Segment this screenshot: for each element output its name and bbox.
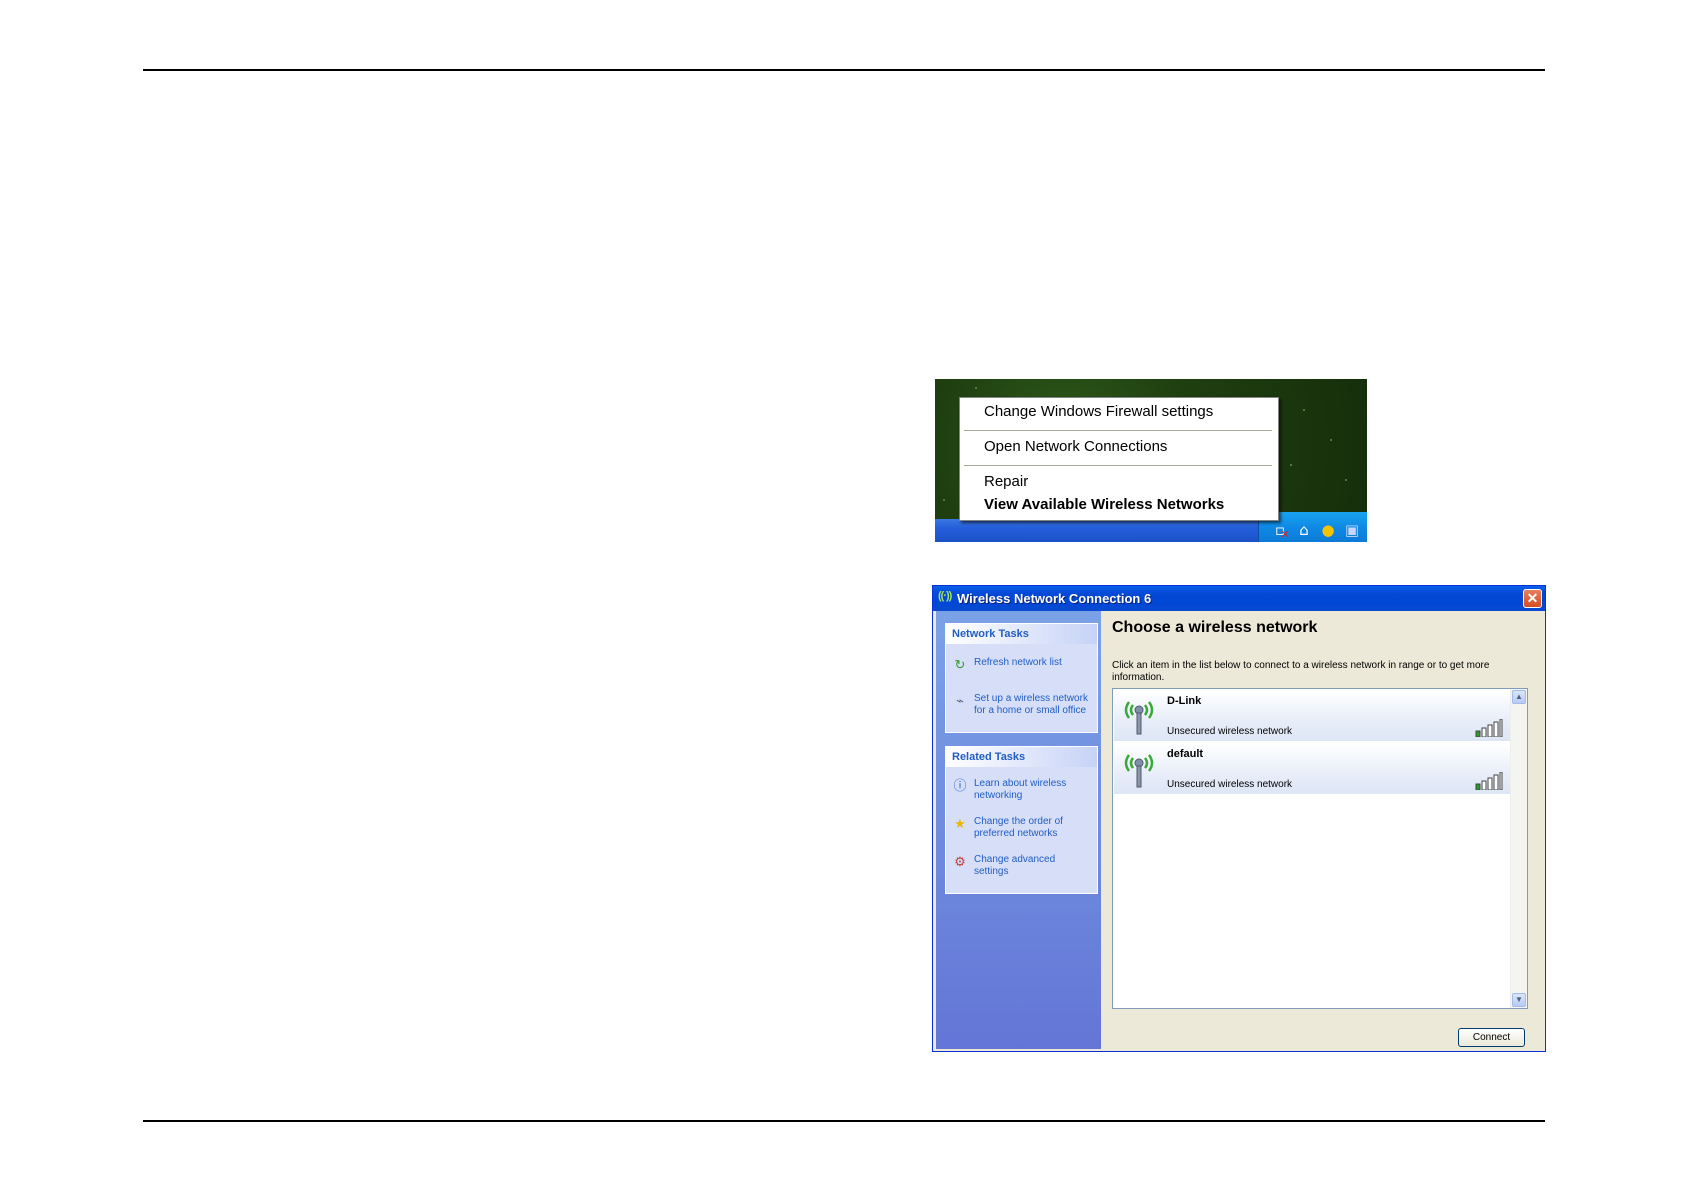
task-label[interactable]: Learn about wireless networking <box>974 778 1092 802</box>
desktop-speck <box>943 499 945 501</box>
desktop-speck <box>975 387 977 389</box>
footer-rule <box>143 1120 1545 1122</box>
desktop-speck <box>1303 409 1305 411</box>
network-name: default <box>1167 748 1204 760</box>
task-pane: Network Tasks ↻ Refresh network list ⌁ S… <box>936 611 1101 1049</box>
window-title: Wireless Network Connection 6 <box>957 591 1152 606</box>
wireless-antenna-icon: ((·)) <box>938 590 952 602</box>
desktop-speck <box>1290 464 1292 466</box>
signal-strength-icon <box>1475 719 1503 737</box>
network-list[interactable]: D-Link Unsecured wireless network defaul… <box>1112 688 1528 1009</box>
menu-item-open-network-connections[interactable]: Open Network Connections <box>984 438 1167 455</box>
network-status: Unsecured wireless network <box>1167 726 1293 737</box>
related-tasks-header: Related Tasks <box>946 747 1097 767</box>
wireless-network-connection-dialog: ((·)) Wireless Network Connection 6 ✕ Ne… <box>932 585 1546 1052</box>
settings-icon: ⚙ <box>954 854 966 869</box>
network-disconnected-icon[interactable]: ▣ <box>1343 521 1361 539</box>
task-label[interactable]: Change the order of preferred networks <box>974 816 1092 840</box>
desktop-speck <box>1330 439 1332 441</box>
related-tasks-panel: Related Tasks ⓘ Learn about wireless net… <box>945 746 1098 894</box>
star-icon: ★ <box>954 816 966 831</box>
menu-separator <box>964 430 1272 431</box>
scroll-up-button[interactable]: ▲ <box>1512 690 1526 704</box>
close-button[interactable]: ✕ <box>1523 589 1542 608</box>
menu-item-repair[interactable]: Repair <box>984 473 1028 490</box>
refresh-icon: ↻ <box>954 657 966 672</box>
wireless-antenna-icon <box>1124 701 1154 735</box>
wireless-antenna-icon <box>1124 754 1154 788</box>
vertical-scrollbar[interactable]: ▲ ▼ <box>1510 689 1527 1008</box>
network-row[interactable]: D-Link Unsecured wireless network <box>1114 690 1511 741</box>
network-tasks-header: Network Tasks <box>946 624 1097 644</box>
desktop-speck <box>1345 479 1347 481</box>
dialog-description: Click an item in the list below to conne… <box>1112 660 1490 683</box>
task-label[interactable]: Change advanced settings <box>974 854 1092 878</box>
main-pane: Choose a wireless network Click an item … <box>1101 611 1545 1049</box>
info-icon: ⓘ <box>953 778 967 793</box>
connect-button[interactable]: Connect <box>1458 1028 1525 1047</box>
tray-context-menu-screenshot: ▫ ✕ ⌂ ● ▣ Change Windows Firewall settin… <box>935 379 1367 542</box>
signal-strength-icon <box>1475 772 1503 790</box>
network-name: D-Link <box>1167 695 1202 707</box>
task-label[interactable]: Refresh network list <box>974 657 1092 669</box>
network-tasks-panel: Network Tasks ↻ Refresh network list ⌁ S… <box>945 623 1098 733</box>
network-row[interactable]: default Unsecured wireless network <box>1114 743 1511 794</box>
scroll-down-button[interactable]: ▼ <box>1512 993 1526 1007</box>
setup-network-icon: ⌁ <box>956 693 964 708</box>
menu-item-change-firewall-settings[interactable]: Change Windows Firewall settings <box>984 403 1213 420</box>
header-rule <box>143 69 1545 71</box>
menu-separator <box>964 465 1272 466</box>
menu-item-view-available-wireless-networks[interactable]: View Available Wireless Networks <box>984 496 1224 513</box>
security-shield-icon[interactable]: ● <box>1319 521 1337 539</box>
tray-context-menu: Change Windows Firewall settings Open Ne… <box>959 397 1279 521</box>
task-label[interactable]: Set up a wireless network for a home or … <box>974 693 1092 717</box>
dialog-heading: Choose a wireless network <box>1112 619 1318 636</box>
disconnected-x-icon: ✕ <box>1280 528 1290 541</box>
home-network-icon[interactable]: ⌂ <box>1295 521 1313 539</box>
network-status: Unsecured wireless network <box>1167 779 1293 790</box>
title-bar[interactable]: ((·)) Wireless Network Connection 6 ✕ <box>933 586 1545 611</box>
